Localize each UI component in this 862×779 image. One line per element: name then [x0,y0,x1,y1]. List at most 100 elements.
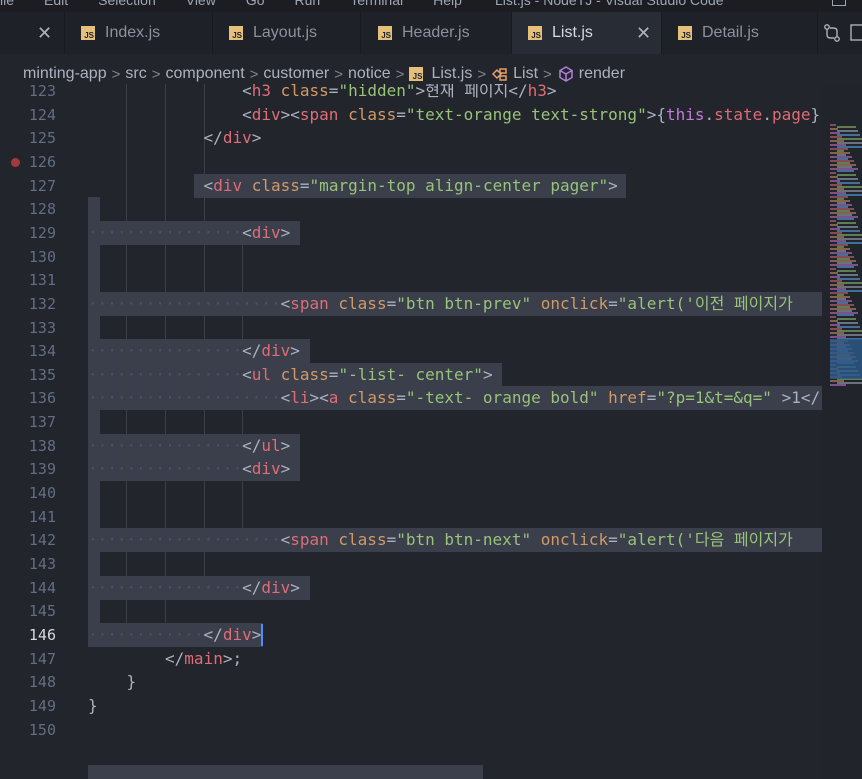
whitespace-markers: ···················· [88,293,281,313]
line-number: 141 [28,507,56,526]
line-number: 133 [28,318,56,337]
horizontal-scrollbar[interactable] [88,765,483,779]
breadcrumb-separator: > [249,65,259,83]
minimap-line [837,174,856,176]
line-number: 147 [28,649,56,668]
code-line[interactable]: 148} [0,670,822,694]
minimap-line [837,130,858,132]
text-cursor [261,623,263,646]
code-line[interactable]: 139 ················ <div> [0,457,822,481]
whitespace-markers: ················ [88,577,243,597]
code-text: </main>; [165,648,243,668]
menu-item[interactable]: Go [246,0,265,8]
line-number: 145 [28,602,56,621]
menu-item[interactable]: View [186,0,216,8]
window-title: List.js - NodeTJ - Visual Studio Code [495,0,724,8]
breadcrumb-item[interactable]: component [165,65,244,83]
code-line[interactable]: 149} [0,694,822,718]
menu-item[interactable]: Run [295,0,321,8]
whitespace-markers: ················ [88,435,243,455]
tab-list-js[interactable]: JS List.js ✕ [512,12,662,54]
code-line[interactable]: 142 ···················· <span class="btn … [0,528,822,552]
breadcrumb-item[interactable]: src [125,65,146,83]
code-line[interactable]: 124 <div><span class="text-orange text-st… [0,103,822,127]
code-text: <ul class="-list- center"> [242,364,493,384]
menu-item[interactable]: Edit [44,0,68,8]
minimap-line [830,268,836,270]
tab-layout-js[interactable]: JS Layout.js [213,12,361,54]
code-text: } [88,695,98,715]
window-restore-button[interactable] [832,0,846,6]
code-line[interactable]: 132 ···················· <span class="btn … [0,292,822,316]
code-line[interactable]: 129 ················ <div> [0,221,822,245]
minimap-line [837,226,858,228]
code-line[interactable]: 136 ···················· <li><a class="-te… [0,386,822,410]
close-icon[interactable]: ✕ [636,23,651,44]
code-line[interactable]: 144 ················ </div> [0,576,822,600]
menu-item[interactable]: Selection [98,0,156,8]
line-number: 143 [28,555,56,573]
breadcrumb: minting-app > src > component > customer > notic… [0,62,625,86]
breadcrumb-item[interactable]: notice [348,65,391,83]
code-line[interactable]: 128 [0,197,822,221]
line-number: 131 [28,271,56,290]
breadcrumb-item[interactable]: render [579,65,625,83]
code-line[interactable]: 127 <div class="margin-top align-center p… [0,174,822,198]
minimap[interactable] [822,84,862,779]
code-text: <div class="margin-top align-center page… [203,175,618,195]
breadcrumb-item[interactable]: List [513,65,538,83]
code-line[interactable]: 140 [0,481,822,505]
code-text: </div> [242,577,300,597]
code-line[interactable]: 134 ················ </div> [0,339,822,363]
code-line[interactable]: 126 [0,150,822,174]
code-line[interactable]: 125 </div> [0,126,822,150]
line-number: 140 [28,484,56,503]
minimap-line [830,124,836,126]
breadcrumb-item[interactable]: List.js [431,65,472,83]
code-line[interactable]: 145 [0,599,822,623]
code-line[interactable]: 133 [0,316,822,340]
close-icon[interactable]: ✕ [37,23,52,44]
minimap-line [837,126,856,128]
code-line[interactable]: 141 [0,505,822,529]
line-number: 149 [28,696,56,715]
code-line[interactable]: 138 ················ </ul> [0,434,822,458]
breadcrumb-item[interactable]: minting-app [23,65,107,83]
compare-changes-icon[interactable] [822,23,842,43]
minimap-line [837,318,856,320]
breadcrumb-separator: > [111,65,121,83]
breadcrumb-item[interactable]: customer [263,65,329,83]
code-editor[interactable]: 123 <h3 class="hidden">현재 페이지</h3> 124 <div… [0,84,822,779]
class-symbol-icon [492,68,507,81]
code-line[interactable]: 123 <h3 class="hidden">현재 페이지</h3> [0,84,822,103]
code-line[interactable]: 146 ············ </div> [0,623,822,647]
breadcrumb-separator: > [151,65,161,83]
whitespace-markers: ················ [88,364,243,384]
tab-actions [818,12,862,54]
code-line[interactable]: 130 [0,245,822,269]
line-number: 132 [28,294,56,313]
code-line[interactable]: 135 ················ <ul class="-list- cen… [0,363,822,387]
tab-label: Detail.js [702,24,759,41]
split-editor-icon[interactable] [850,23,862,43]
whitespace-markers: ················ [88,222,243,242]
code-line[interactable]: 143 [0,552,822,576]
menu-item[interactable]: Help [433,0,462,8]
line-number: 134 [28,342,56,361]
code-line[interactable]: 137 [0,410,822,434]
menu-item[interactable]: ile [0,0,14,8]
tab-header-js[interactable]: JS Header.js [362,12,512,54]
line-number: 144 [28,578,56,597]
tab-index-js[interactable]: JS Index.js [65,12,213,54]
code-line[interactable]: 150 [0,718,822,742]
breakpoint-icon[interactable] [11,157,20,167]
minimap-viewport[interactable] [830,339,862,379]
minimap-line [837,274,858,276]
line-number: 135 [28,365,56,384]
menu-item[interactable]: Terminal [350,0,403,8]
code-line[interactable]: 131 [0,268,822,292]
method-symbol-icon [559,66,573,82]
tab-overflow[interactable]: ✕ [0,12,65,54]
tab-detail-js[interactable]: JS Detail.js [662,12,818,54]
code-line[interactable]: 147 </main>; [0,647,822,671]
